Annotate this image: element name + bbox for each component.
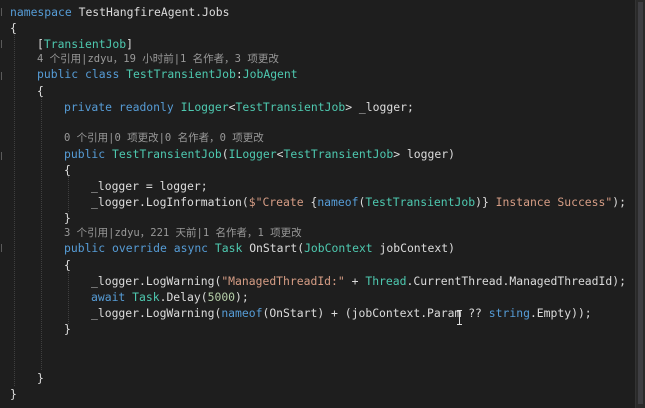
code-line[interactable]: public class TestTransientJob:JobAgent <box>37 66 298 82</box>
indent-guide <box>41 96 42 370</box>
code-line[interactable]: await Task.Delay(5000); <box>91 289 249 305</box>
type-token: TestTransientJob <box>126 67 236 81</box>
string-token: "ManagedThreadId:" <box>221 274 345 288</box>
paren-token: ( <box>221 147 229 161</box>
codelens-info[interactable]: 3 个引用|zdyu，221 天前|1 名作者，1 项更改 <box>64 225 302 241</box>
keyword-token: override <box>112 241 167 255</box>
attribute-token: TransientJob <box>43 37 127 51</box>
string-token: Instance Success" <box>488 195 613 209</box>
method-name-token: OnStart( <box>242 241 305 255</box>
brace-token: } <box>10 387 17 401</box>
code-line[interactable]: _logger.LogWarning("ManagedThreadId:" + … <box>91 273 626 289</box>
code-line[interactable]: { <box>64 162 71 178</box>
keyword-token: nameof <box>221 306 263 320</box>
keyword-token: namespace <box>10 5 72 19</box>
method-call-token: _logger.LogWarning( <box>91 306 222 320</box>
keyword-token: readonly <box>118 100 174 114</box>
string-token: $"Create <box>248 195 311 209</box>
paren-token: ) <box>475 195 482 209</box>
codelens-info[interactable]: 4 个引用|zdyu，19 小时前|1 名作者，3 项更改 <box>37 51 279 67</box>
type-token: TestTransientJob <box>283 147 394 161</box>
vertical-scrollbar[interactable] <box>635 0 645 408</box>
brace-token: { <box>64 258 71 272</box>
scroll-thumb[interactable] <box>638 2 643 404</box>
code-line[interactable]: _logger = logger; <box>91 178 208 194</box>
code-line[interactable]: } <box>64 321 71 337</box>
keyword-token: public <box>64 241 106 255</box>
operator-token: + <box>344 274 366 288</box>
brace-token: { <box>10 21 17 35</box>
code-area[interactable]: namespace TestHangfireAgent.Jobs { [Tran… <box>0 0 636 408</box>
type-token: JobContext <box>304 241 373 255</box>
code-line[interactable]: _logger.LogInformation($"Create {nameof(… <box>91 194 626 210</box>
ibeam-cursor-icon <box>456 309 463 325</box>
interp-brace-token: } <box>481 195 489 209</box>
keyword-token: string <box>488 306 530 320</box>
codelens-info[interactable]: 0 个引用|0 项更改|0 名作者，0 项更改 <box>64 130 264 146</box>
type-token: Thread <box>365 274 407 288</box>
param-token: > logger) <box>393 147 455 161</box>
code-line[interactable]: public override async Task OnStart(JobCo… <box>64 240 455 256</box>
keyword-token: await <box>91 290 126 304</box>
keyword-token: nameof <box>317 195 359 209</box>
keyword-token: class <box>85 67 120 81</box>
type-token: ILogger <box>228 147 277 161</box>
code-line[interactable]: } <box>64 210 71 226</box>
member-access-token: .CurrentThread.ManagedThreadId); <box>406 274 626 288</box>
bracket-token: [ <box>37 37 44 51</box>
type-token: ILogger <box>180 100 229 114</box>
method-call-token: .Delay( <box>159 290 208 304</box>
type-token: TestTransientJob <box>365 195 476 209</box>
type-token: Task <box>132 290 160 304</box>
indent-guide <box>68 176 69 212</box>
paren-token: ); <box>612 195 626 209</box>
indent-guide <box>14 30 15 386</box>
code-line[interactable]: private readonly ILogger<TestTransientJo… <box>64 99 414 115</box>
code-line[interactable]: _logger.LogWarning(nameof(OnStart) + (jo… <box>91 305 592 321</box>
code-line[interactable]: { <box>10 20 17 36</box>
bracket-token: ] <box>126 37 134 51</box>
statement-token: _logger = logger; <box>91 179 208 193</box>
code-line[interactable]: namespace TestHangfireAgent.Jobs <box>10 4 229 20</box>
keyword-token: public <box>64 147 106 161</box>
code-line[interactable]: { <box>37 83 44 99</box>
brace-token: } <box>64 211 71 225</box>
code-editor[interactable]: namespace TestHangfireAgent.Jobs { [Tran… <box>0 0 645 408</box>
param-token: jobContext) <box>372 241 455 255</box>
brace-token: } <box>64 322 71 336</box>
type-token: TestTransientJob <box>112 147 222 161</box>
number-token: 5000 <box>207 290 236 304</box>
keyword-token: public <box>37 67 79 81</box>
code-line[interactable]: } <box>10 386 17 402</box>
member-access-token: .Empty)); <box>529 306 592 320</box>
method-call-token: _logger.LogWarning( <box>91 274 222 288</box>
code-line[interactable]: [TransientJob] <box>37 36 133 52</box>
code-line[interactable]: public TestTransientJob(ILogger<TestTran… <box>64 146 455 162</box>
expression-token: (OnStart) + (jobContext.Param ?? <box>262 306 489 320</box>
field-token: _logger; <box>352 100 414 114</box>
type-token: TestTransientJob <box>235 100 346 114</box>
brace-token: { <box>64 163 71 177</box>
paren-token: ); <box>235 290 249 304</box>
keyword-token: private <box>64 100 113 114</box>
type-token: Task <box>214 241 243 255</box>
method-call-token: _logger.LogInformation( <box>91 195 249 209</box>
code-line[interactable]: { <box>64 257 71 273</box>
code-line[interactable]: } <box>37 370 44 386</box>
namespace-name: TestHangfireAgent.Jobs <box>78 5 230 19</box>
indent-guide <box>68 272 69 324</box>
colon-token: : <box>235 67 243 81</box>
type-token: JobAgent <box>242 67 298 81</box>
keyword-token: async <box>173 241 209 255</box>
brace-token: { <box>37 84 44 98</box>
brace-token: } <box>37 371 44 385</box>
